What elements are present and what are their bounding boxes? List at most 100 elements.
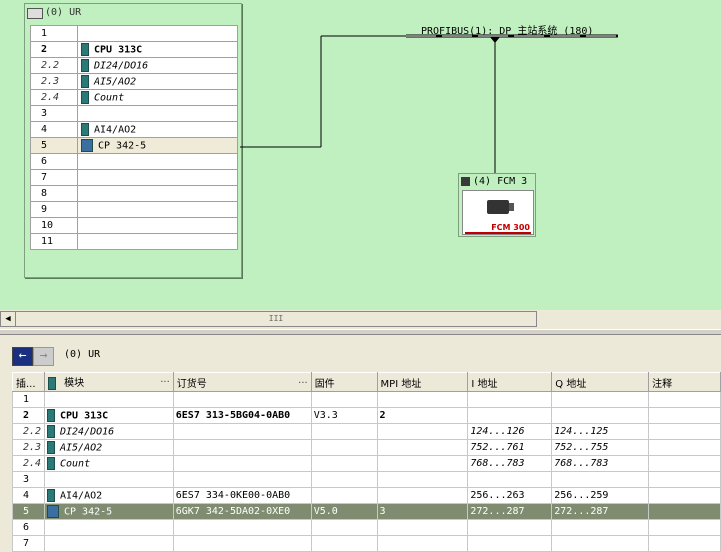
cell-comment [648, 519, 721, 536]
cell-i: 752...761 [467, 439, 553, 456]
cell-order [172, 439, 312, 456]
rack-slot-number: 2.2 [30, 57, 78, 74]
cell-order: 6GK7 342-5DA02-0XE0 [172, 503, 312, 520]
rack-slot-module[interactable] [77, 105, 238, 122]
cell-i: 124...126 [467, 423, 553, 440]
module-icon [46, 505, 59, 518]
col-comment[interactable]: 注释 [648, 372, 721, 392]
rack-slot-module[interactable] [77, 233, 238, 250]
cell-q [551, 407, 650, 424]
back-arrow-icon[interactable]: ← [12, 347, 33, 366]
cell-i [467, 471, 553, 488]
scroll-thumb[interactable]: III [15, 311, 537, 327]
cell-order [172, 519, 312, 536]
scroll-left-button[interactable]: ◀ [0, 311, 16, 327]
cell-q: 768...783 [551, 455, 650, 472]
detail-table-row[interactable]: 2.2 DI24/DO16 124...126 124...125 [12, 423, 721, 440]
rack-window[interactable]: (0) UR 1 2 CPU 313C 2.2 DI24/DO16 2.3 AI5/AO2 2… [24, 3, 242, 278]
module-icon [81, 43, 89, 56]
rack-slot-row[interactable]: 5 CP 342-5 [30, 137, 238, 154]
cell-comment [648, 407, 721, 424]
rack-slot-module[interactable] [77, 153, 238, 170]
rack-slot-number: 2.3 [30, 73, 78, 90]
cell-module: AI5/AO2 [43, 439, 174, 456]
cell-order [172, 455, 312, 472]
rack-slot-module[interactable]: DI24/DO16 [77, 57, 238, 74]
rack-slot-row[interactable]: 2.2 DI24/DO16 [30, 57, 238, 74]
col-firmware[interactable]: 固件 [310, 372, 378, 392]
col-mpi-address[interactable]: MPI 地址 [376, 372, 469, 392]
detail-toolbar: ← → (0) UR [0, 343, 721, 367]
rack-slot-row[interactable]: 2.3 AI5/AO2 [30, 73, 238, 90]
horizontal-scrollbar[interactable]: ◀ III [0, 311, 721, 327]
rack-slot-module[interactable] [77, 169, 238, 186]
detail-table-row[interactable]: 4 AI4/AO2 6ES7 334-0KE00-0AB0 256...263 256.… [12, 487, 721, 504]
rack-slot-number: 7 [30, 169, 78, 186]
rack-slot-module[interactable]: CP 342-5 [77, 137, 238, 154]
col-i-address[interactable]: I 地址 [467, 372, 553, 392]
cell-comment [648, 439, 721, 456]
detail-table-row[interactable]: 3 [12, 471, 721, 488]
cell-mpi [376, 391, 469, 408]
profibus-label[interactable]: PROFIBUS(1): DP 主站系统 (180) [421, 22, 593, 37]
rack-slot-module-label: Count [94, 92, 125, 104]
slave-icon [461, 176, 470, 186]
rack-slot-row[interactable]: 2 CPU 313C [30, 41, 238, 58]
col-module[interactable]: 模块... [43, 372, 174, 392]
col-q-address[interactable]: Q 地址 [551, 372, 650, 392]
col-slot[interactable]: 插... [12, 372, 45, 392]
rack-title-bar: (0) UR [27, 6, 237, 20]
rack-slot-row[interactable]: 2.4 Count [30, 89, 238, 106]
rack-slot-module-label: AI4/AO2 [94, 124, 137, 136]
hardware-config-canvas[interactable]: (0) UR 1 2 CPU 313C 2.2 DI24/DO16 2.3 AI5/AO2 2… [0, 0, 721, 310]
detail-table-row[interactable]: 6 [12, 519, 721, 536]
cell-mpi [376, 519, 469, 536]
rack-slot-row[interactable]: 3 [30, 105, 238, 122]
detail-table-row[interactable]: 2.4 Count 768...783 768...783 [12, 455, 721, 472]
rack-slot-number: 2 [30, 41, 78, 58]
rack-slot-row[interactable]: 11 [30, 233, 238, 250]
rack-slot-row[interactable]: 9 [30, 201, 238, 218]
rack-slot-row[interactable]: 6 [30, 153, 238, 170]
rack-slot-row[interactable]: 8 [30, 185, 238, 202]
rack-slot-row[interactable]: 10 [30, 217, 238, 234]
rack-title: (0) UR [45, 7, 82, 18]
rack-slot-number: 9 [30, 201, 78, 218]
rack-slot-module[interactable]: CPU 313C [77, 41, 238, 58]
rack-slot-module[interactable] [77, 185, 238, 202]
rack-slot-row[interactable]: 7 [30, 169, 238, 186]
module-icon [81, 139, 93, 152]
detail-table-row[interactable]: 5 CP 342-5 6GK7 342-5DA02-0XE0 V5.0 3 272...2… [12, 503, 721, 520]
detail-table-row[interactable]: 2 CPU 313C 6ES7 313-5BG04-0AB0 V3.3 2 [12, 407, 721, 424]
module-detail-table: 插... 模块... 订货号... 固件 MPI 地址 I 地址 Q 地址 注释… [12, 372, 721, 552]
rack-slot-module[interactable] [77, 201, 238, 218]
cell-module: CP 342-5 [43, 503, 174, 520]
rack-slot-module[interactable]: AI5/AO2 [77, 73, 238, 90]
rack-slot-row[interactable]: 1 [30, 25, 238, 42]
cell-q [551, 471, 650, 488]
fcm-station[interactable]: (4) FCM 3 FCM 300 [458, 173, 536, 237]
module-icon [81, 75, 89, 88]
cell-order: 6ES7 313-5BG04-0AB0 [172, 407, 312, 424]
fcm-device-image: FCM 300 [462, 190, 534, 235]
cell-q: 752...755 [551, 439, 650, 456]
forward-arrow-icon[interactable]: → [33, 347, 54, 366]
rack-slot-number: 5 [30, 137, 78, 154]
cell-mpi [376, 455, 469, 472]
rack-slot-module[interactable] [77, 25, 238, 42]
module-icon [46, 441, 55, 454]
pane-splitter[interactable] [0, 329, 721, 335]
cell-fw [310, 455, 378, 472]
detail-table-row[interactable]: 1 [12, 391, 721, 408]
rack-slot-module[interactable] [77, 217, 238, 234]
cell-slot: 5 [12, 503, 45, 520]
cell-q: 272...287 [551, 503, 650, 520]
cell-i: 272...287 [467, 503, 553, 520]
col-order-number[interactable]: 订货号... [172, 372, 312, 392]
cell-slot: 2.3 [12, 439, 45, 456]
detail-table-row[interactable]: 2.3 AI5/AO2 752...761 752...755 [12, 439, 721, 456]
fcm-image-label: FCM 300 [491, 223, 530, 232]
rack-slot-module[interactable]: AI4/AO2 [77, 121, 238, 138]
rack-slot-row[interactable]: 4 AI4/AO2 [30, 121, 238, 138]
rack-slot-module[interactable]: Count [77, 89, 238, 106]
